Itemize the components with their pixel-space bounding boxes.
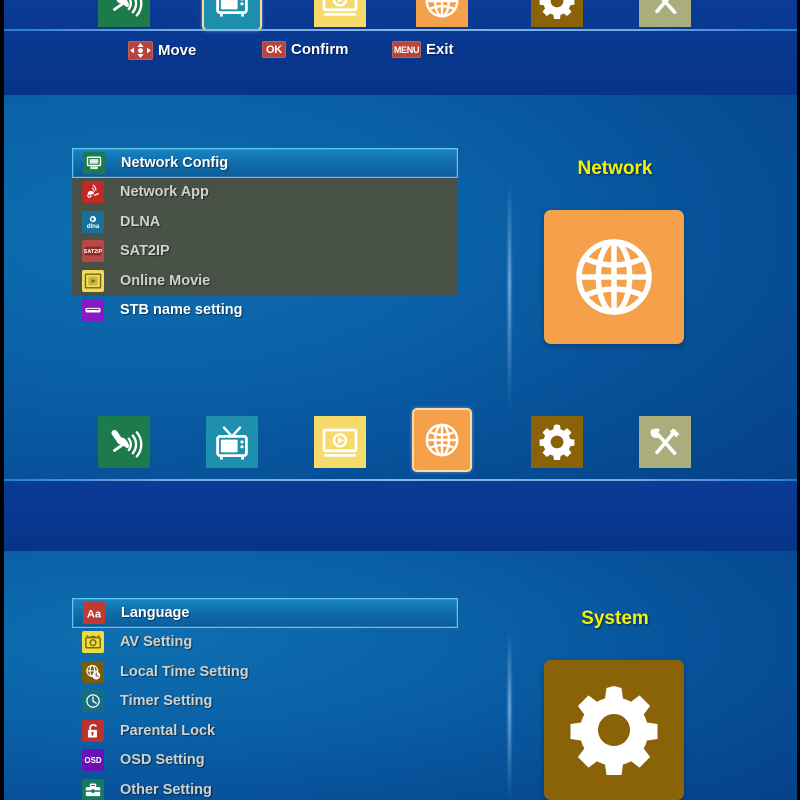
system-preview-title: System <box>581 608 649 629</box>
osd-icon: OSD <box>82 749 104 772</box>
ok-key-icon: OK <box>262 41 286 58</box>
network-config-icon <box>83 151 105 174</box>
network-item-label: STB name setting <box>120 302 243 319</box>
dpad-icon <box>128 41 153 60</box>
network-item-label: Network Config <box>121 154 229 171</box>
sat2ip-icon: SAT2IP <box>82 240 104 263</box>
system-item-label: Timer Setting <box>120 693 213 710</box>
online-movie-icon <box>82 269 104 292</box>
other-setting-icon <box>82 778 104 800</box>
satellite-dish-icon <box>104 422 144 462</box>
system-item-label: Parental Lock <box>120 722 216 739</box>
local-time-icon <box>82 660 104 683</box>
network-item-label: DLNA <box>120 213 161 230</box>
globe-icon <box>422 420 462 460</box>
stb-name-icon <box>82 299 104 322</box>
gear-icon <box>537 0 577 21</box>
hint-move-label: Move <box>158 42 197 59</box>
menu-key-icon: MENU <box>392 41 421 58</box>
television-icon <box>212 422 252 462</box>
network-item-label: Network App <box>120 184 209 201</box>
system-item-label: Language <box>121 604 190 621</box>
system-item-label: Other Setting <box>120 781 212 798</box>
network-item-label: Online Movie <box>120 272 211 289</box>
system-preview: System <box>510 600 720 800</box>
globe-icon <box>576 239 652 315</box>
list-item[interactable]: Other Setting <box>72 775 458 800</box>
iconbar-tile-media[interactable] <box>314 416 366 468</box>
av-setting-icon <box>82 631 104 654</box>
list-item[interactable]: Aa Language <box>72 598 458 628</box>
system-band <box>0 481 800 551</box>
list-item[interactable]: Parental Lock <box>72 716 458 746</box>
network-app-icon <box>82 181 104 204</box>
iconbar-tile-network[interactable] <box>416 0 468 27</box>
hint-confirm: OK Confirm <box>262 41 349 58</box>
media-player-icon <box>320 422 360 462</box>
iconbar-tile-tools[interactable] <box>639 0 691 27</box>
hint-move: Move <box>128 41 196 60</box>
svg-text:Aa: Aa <box>87 608 102 620</box>
iconbar-tile-network[interactable] <box>412 408 472 472</box>
list-item[interactable]: OSD OSD Setting <box>72 746 458 776</box>
list-item[interactable]: Network Config <box>72 148 458 178</box>
language-icon: Aa <box>83 601 105 624</box>
list-item[interactable]: SAT2IP SAT2IP <box>72 237 458 267</box>
list-item[interactable]: AV Setting <box>72 628 458 658</box>
iconbar-tile-installation[interactable] <box>98 0 150 27</box>
satellite-dish-icon <box>104 0 144 21</box>
hint-confirm-label: Confirm <box>291 41 349 58</box>
iconbar-tile-installation[interactable] <box>98 416 150 468</box>
list-item[interactable]: Network App <box>72 178 458 208</box>
globe-icon <box>422 0 462 21</box>
list-item[interactable]: STB name setting <box>72 296 458 326</box>
network-preview-title: Network <box>577 158 653 179</box>
gear-icon <box>537 422 577 462</box>
list-item[interactable]: Online Movie <box>72 266 458 296</box>
dlna-icon: dlna <box>82 210 104 233</box>
television-icon <box>212 0 252 19</box>
network-item-label: SAT2IP <box>120 243 170 260</box>
top-divider <box>0 29 800 31</box>
screen-edge-left <box>0 0 4 800</box>
lock-icon <box>82 719 104 742</box>
system-item-label: OSD Setting <box>120 752 205 769</box>
iconbar-tile-tools[interactable] <box>639 416 691 468</box>
iconbar-tile-media[interactable] <box>314 0 366 27</box>
list-item[interactable]: Local Time Setting <box>72 657 458 687</box>
network-icon-bar <box>0 408 800 481</box>
svg-text:dlna: dlna <box>87 223 100 230</box>
iconbar-tile-system[interactable] <box>531 0 583 27</box>
iconbar-tile-system[interactable] <box>531 416 583 468</box>
svg-text:SAT2IP: SAT2IP <box>84 249 102 255</box>
gear-icon <box>570 686 658 775</box>
timer-icon <box>82 690 104 713</box>
network-preview-tile <box>544 210 684 344</box>
network-preview: Network <box>510 150 720 360</box>
stb-menu-screen: Move OK Confirm MENU Exit Network Config… <box>0 0 800 800</box>
top-icon-bar <box>0 0 800 40</box>
system-item-label: Local Time Setting <box>120 663 249 680</box>
tools-icon <box>645 422 685 462</box>
top-hint-bar: Move OK Confirm MENU Exit <box>0 41 800 81</box>
tools-icon <box>645 0 685 21</box>
system-item-label: AV Setting <box>120 634 193 651</box>
svg-text:OSD: OSD <box>84 756 101 765</box>
iconbar-tile-channel[interactable] <box>202 0 262 31</box>
system-preview-tile <box>544 660 684 800</box>
iconbar-tile-channel[interactable] <box>206 416 258 468</box>
list-item[interactable]: Timer Setting <box>72 687 458 717</box>
hint-exit-label: Exit <box>426 41 454 58</box>
media-player-icon <box>320 0 360 21</box>
list-item[interactable]: dlna DLNA <box>72 207 458 237</box>
hint-exit: MENU Exit <box>392 41 454 58</box>
